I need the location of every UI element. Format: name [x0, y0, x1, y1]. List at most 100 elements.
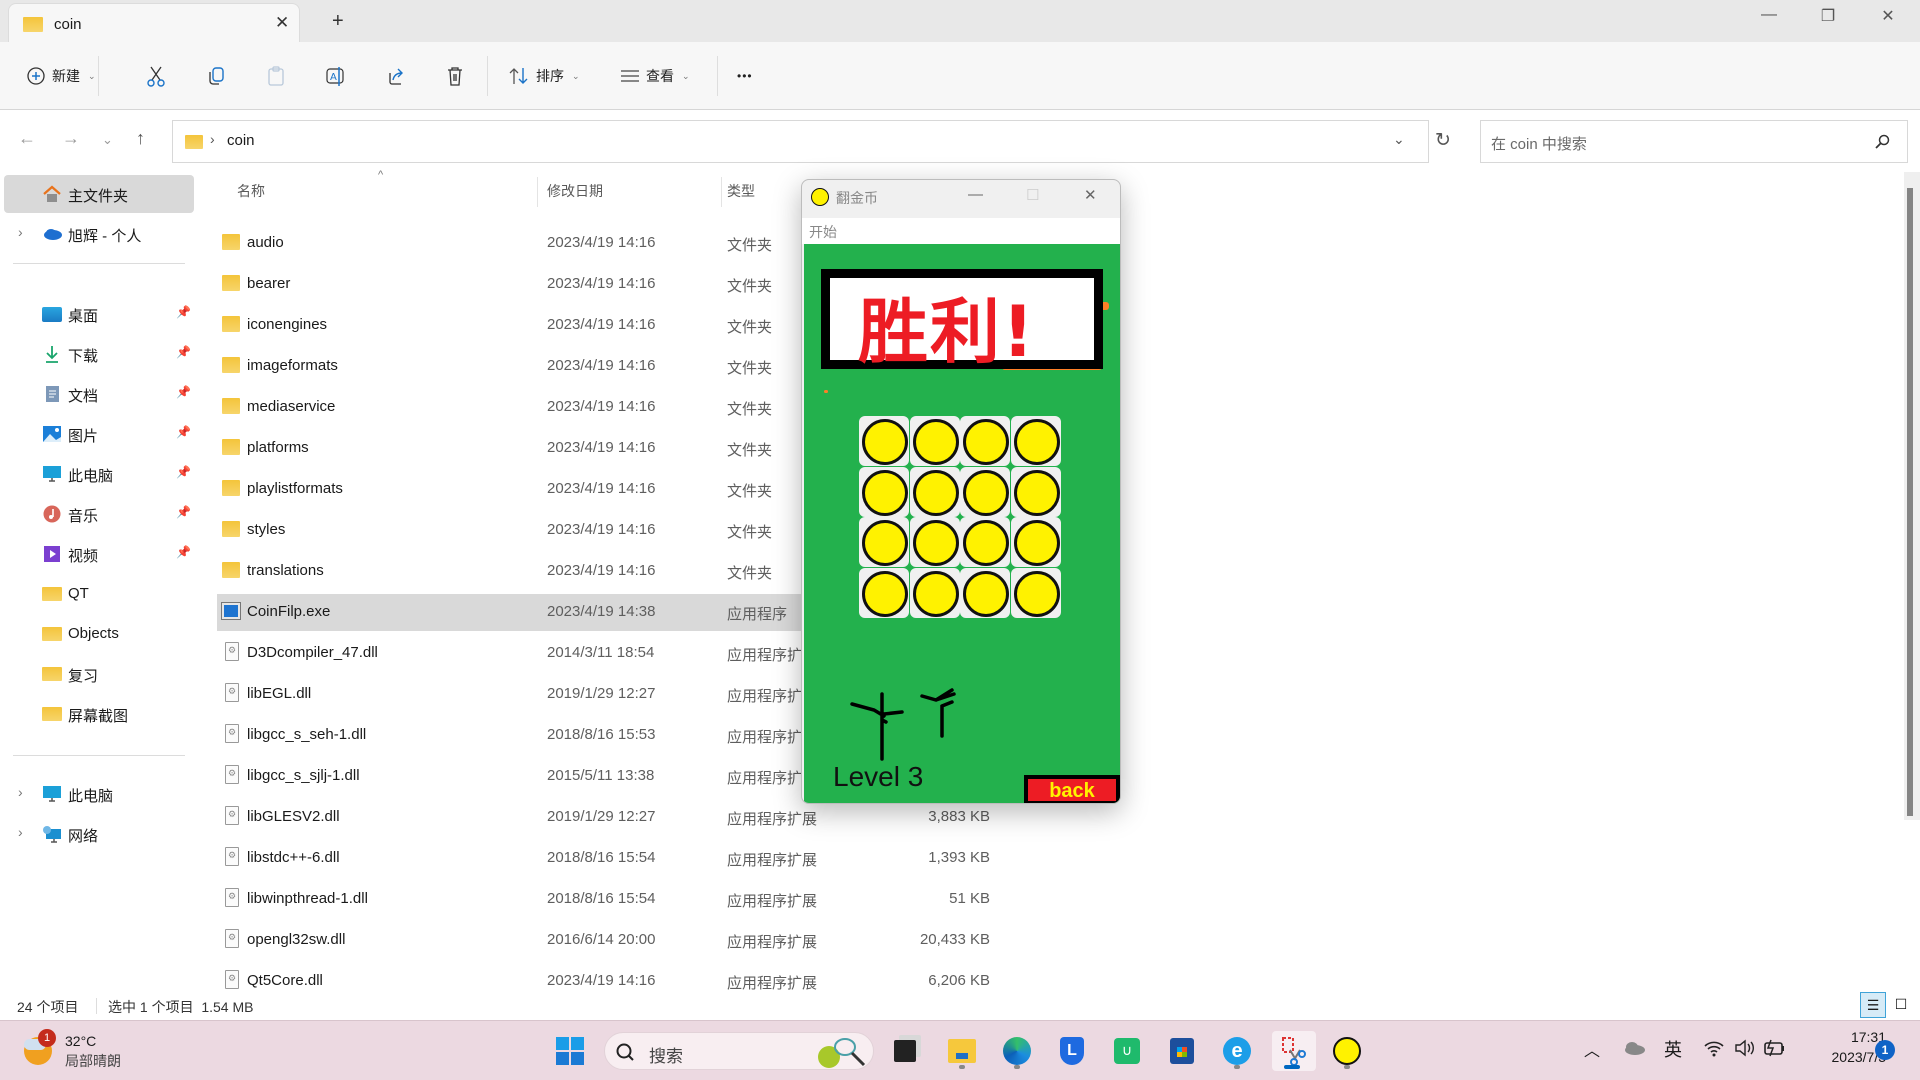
column-header-name[interactable]: 名称	[237, 181, 265, 201]
notification-badge[interactable]: 1	[1875, 1040, 1895, 1060]
new-button[interactable]: 新建 ⌄	[26, 63, 96, 89]
sidebar-item-home[interactable]: 主文件夹	[4, 175, 194, 213]
sidebar-item-videos[interactable]: 视频 📌	[4, 535, 194, 573]
expand-chevron-icon[interactable]: ›	[18, 824, 23, 840]
sidebar-item-desktop[interactable]: 桌面 📌	[4, 295, 194, 333]
scrollbar-thumb[interactable]	[1907, 188, 1913, 816]
close-tab-icon[interactable]: ✕	[275, 13, 289, 33]
sidebar-item-screenshots[interactable]: 屏幕截图	[4, 695, 194, 733]
sidebar-item-downloads[interactable]: 下载 📌	[4, 335, 194, 373]
pin-icon[interactable]: 📌	[176, 465, 191, 479]
sidebar-item-pictures[interactable]: 图片 📌	[4, 415, 194, 453]
sidebar-item-objects[interactable]: Objects	[4, 615, 194, 653]
sidebar-item-review[interactable]: 复习	[4, 655, 194, 693]
sidebar-item-this-pc-root[interactable]: › 此电脑	[4, 775, 194, 813]
start-button[interactable]	[550, 1031, 590, 1071]
show-hidden-icons-chevron-icon[interactable]: ︿	[1584, 1037, 1600, 1061]
view-button[interactable]: 查看 ⌄	[620, 63, 690, 89]
recent-locations-chevron-icon[interactable]: ⌄	[102, 132, 113, 148]
sidebar-item-qt[interactable]: QT	[4, 575, 194, 613]
rename-button[interactable]: A	[325, 63, 347, 89]
up-arrow-icon[interactable]: ↑	[136, 128, 145, 149]
wifi-icon[interactable]	[1703, 1039, 1725, 1057]
battery-charging-icon[interactable]	[1763, 1038, 1787, 1058]
coin-cell[interactable]	[960, 466, 1010, 517]
address-bar[interactable]: › coin ⌄ ↻	[172, 120, 1451, 163]
weather-widget[interactable]: 1 32°C 局部晴朗	[20, 1029, 160, 1071]
taskbar-edge[interactable]	[997, 1031, 1037, 1071]
paste-button[interactable]	[265, 63, 287, 89]
onedrive-tray-icon[interactable]	[1623, 1041, 1645, 1055]
file-row[interactable]: opengl32sw.dll 2016/6/14 20:00 应用程序扩展 20,43…	[217, 922, 1817, 959]
coin-cell[interactable]	[909, 416, 960, 466]
taskbar-file-explorer[interactable]	[942, 1031, 982, 1071]
file-row[interactable]: CoinFilp.exe 2023/4/19 14:38 应用程序	[217, 594, 817, 631]
coin-cell[interactable]	[859, 517, 909, 567]
more-options-button[interactable]: •••	[737, 63, 753, 89]
pin-icon[interactable]: 📌	[176, 345, 191, 359]
column-divider[interactable]	[537, 177, 538, 207]
pin-icon[interactable]: 📌	[176, 505, 191, 519]
tiles-view-button[interactable]: ☐	[1888, 992, 1914, 1018]
game-minimize-button[interactable]: —	[968, 186, 983, 203]
pin-icon[interactable]: 📌	[176, 545, 191, 559]
file-row[interactable]: libGLESV2.dll 2019/1/29 12:27 应用程序扩展 3,883 …	[217, 799, 1817, 836]
pin-icon[interactable]: 📌	[176, 305, 191, 319]
cut-button[interactable]	[145, 63, 167, 89]
sidebar-item-network[interactable]: › 网络	[4, 815, 194, 853]
task-view-button[interactable]	[885, 1031, 925, 1071]
tab-coin[interactable]: coin ✕	[8, 3, 300, 45]
coin-cell[interactable]	[909, 466, 960, 517]
sidebar-item-onedrive[interactable]: › 旭辉 - 个人	[4, 215, 194, 253]
search-box[interactable]: 在 coin 中搜索	[1480, 120, 1908, 163]
sidebar-item-music[interactable]: 音乐 📌	[4, 495, 194, 533]
taskbar-coin-game[interactable]	[1327, 1031, 1367, 1071]
coin-cell[interactable]	[960, 567, 1010, 618]
column-header-type[interactable]: 类型	[727, 181, 755, 201]
coin-cell[interactable]	[859, 567, 909, 618]
menu-start[interactable]: 开始	[809, 222, 837, 242]
search-icon[interactable]	[1874, 134, 1890, 150]
copy-button[interactable]	[205, 63, 227, 89]
minimize-button[interactable]: —	[1749, 6, 1789, 24]
taskbar-ie-browser[interactable]: e	[1217, 1031, 1257, 1071]
column-header-date[interactable]: 修改日期	[547, 181, 603, 201]
game-close-button[interactable]: ✕	[1084, 186, 1097, 204]
taskbar-microsoft-store[interactable]	[1162, 1031, 1202, 1071]
clock-date[interactable]: 2023/7/3	[1800, 1049, 1887, 1065]
taskbar-snipping-tool[interactable]	[1272, 1031, 1316, 1071]
volume-icon[interactable]	[1734, 1039, 1756, 1057]
file-row[interactable]: libstdc++-6.dll 2018/8/16 15:54 应用程序扩展 1,39…	[217, 840, 1817, 877]
search-input[interactable]: 在 coin 中搜索	[1491, 133, 1587, 154]
new-tab-button[interactable]: +	[332, 10, 344, 33]
column-divider[interactable]	[721, 177, 722, 207]
coin-cell[interactable]	[859, 466, 909, 517]
taskbar-security-app[interactable]: L	[1052, 1031, 1092, 1071]
taskbar-search[interactable]: 搜索	[604, 1032, 874, 1070]
taskbar-store-app[interactable]: ∪	[1107, 1031, 1147, 1071]
maximize-button[interactable]: ❐	[1808, 6, 1848, 26]
coin-cell[interactable]	[859, 416, 909, 466]
expand-chevron-icon[interactable]: ›	[18, 784, 23, 800]
file-row[interactable]: libwinpthread-1.dll 2018/8/16 15:54 应用程序扩展…	[217, 881, 1817, 918]
coin-cell[interactable]	[1010, 416, 1061, 466]
sidebar-item-documents[interactable]: 文档 📌	[4, 375, 194, 413]
coin-cell[interactable]	[960, 517, 1010, 567]
coin-cell[interactable]	[960, 416, 1010, 466]
coin-cell[interactable]	[1010, 517, 1061, 567]
refresh-icon[interactable]: ↻	[1435, 129, 1451, 152]
details-view-button[interactable]: ☰	[1860, 992, 1886, 1018]
coin-cell[interactable]	[909, 517, 960, 567]
sort-button[interactable]: 排序 ⌄	[508, 63, 580, 89]
game-maximize-button[interactable]: ☐	[1026, 186, 1039, 204]
coin-cell[interactable]	[909, 567, 960, 618]
share-button[interactable]	[385, 63, 407, 89]
back-arrow-icon[interactable]: ←	[18, 128, 36, 149]
back-button[interactable]: back	[1024, 775, 1120, 803]
ime-indicator[interactable]: 英	[1664, 1036, 1682, 1062]
delete-button[interactable]	[444, 63, 466, 89]
address-dropdown-chevron-icon[interactable]: ⌄	[1393, 131, 1405, 148]
close-window-button[interactable]: ✕	[1868, 6, 1908, 26]
sidebar-item-this-pc[interactable]: 此电脑 📌	[4, 455, 194, 493]
coin-cell[interactable]	[1010, 466, 1061, 517]
